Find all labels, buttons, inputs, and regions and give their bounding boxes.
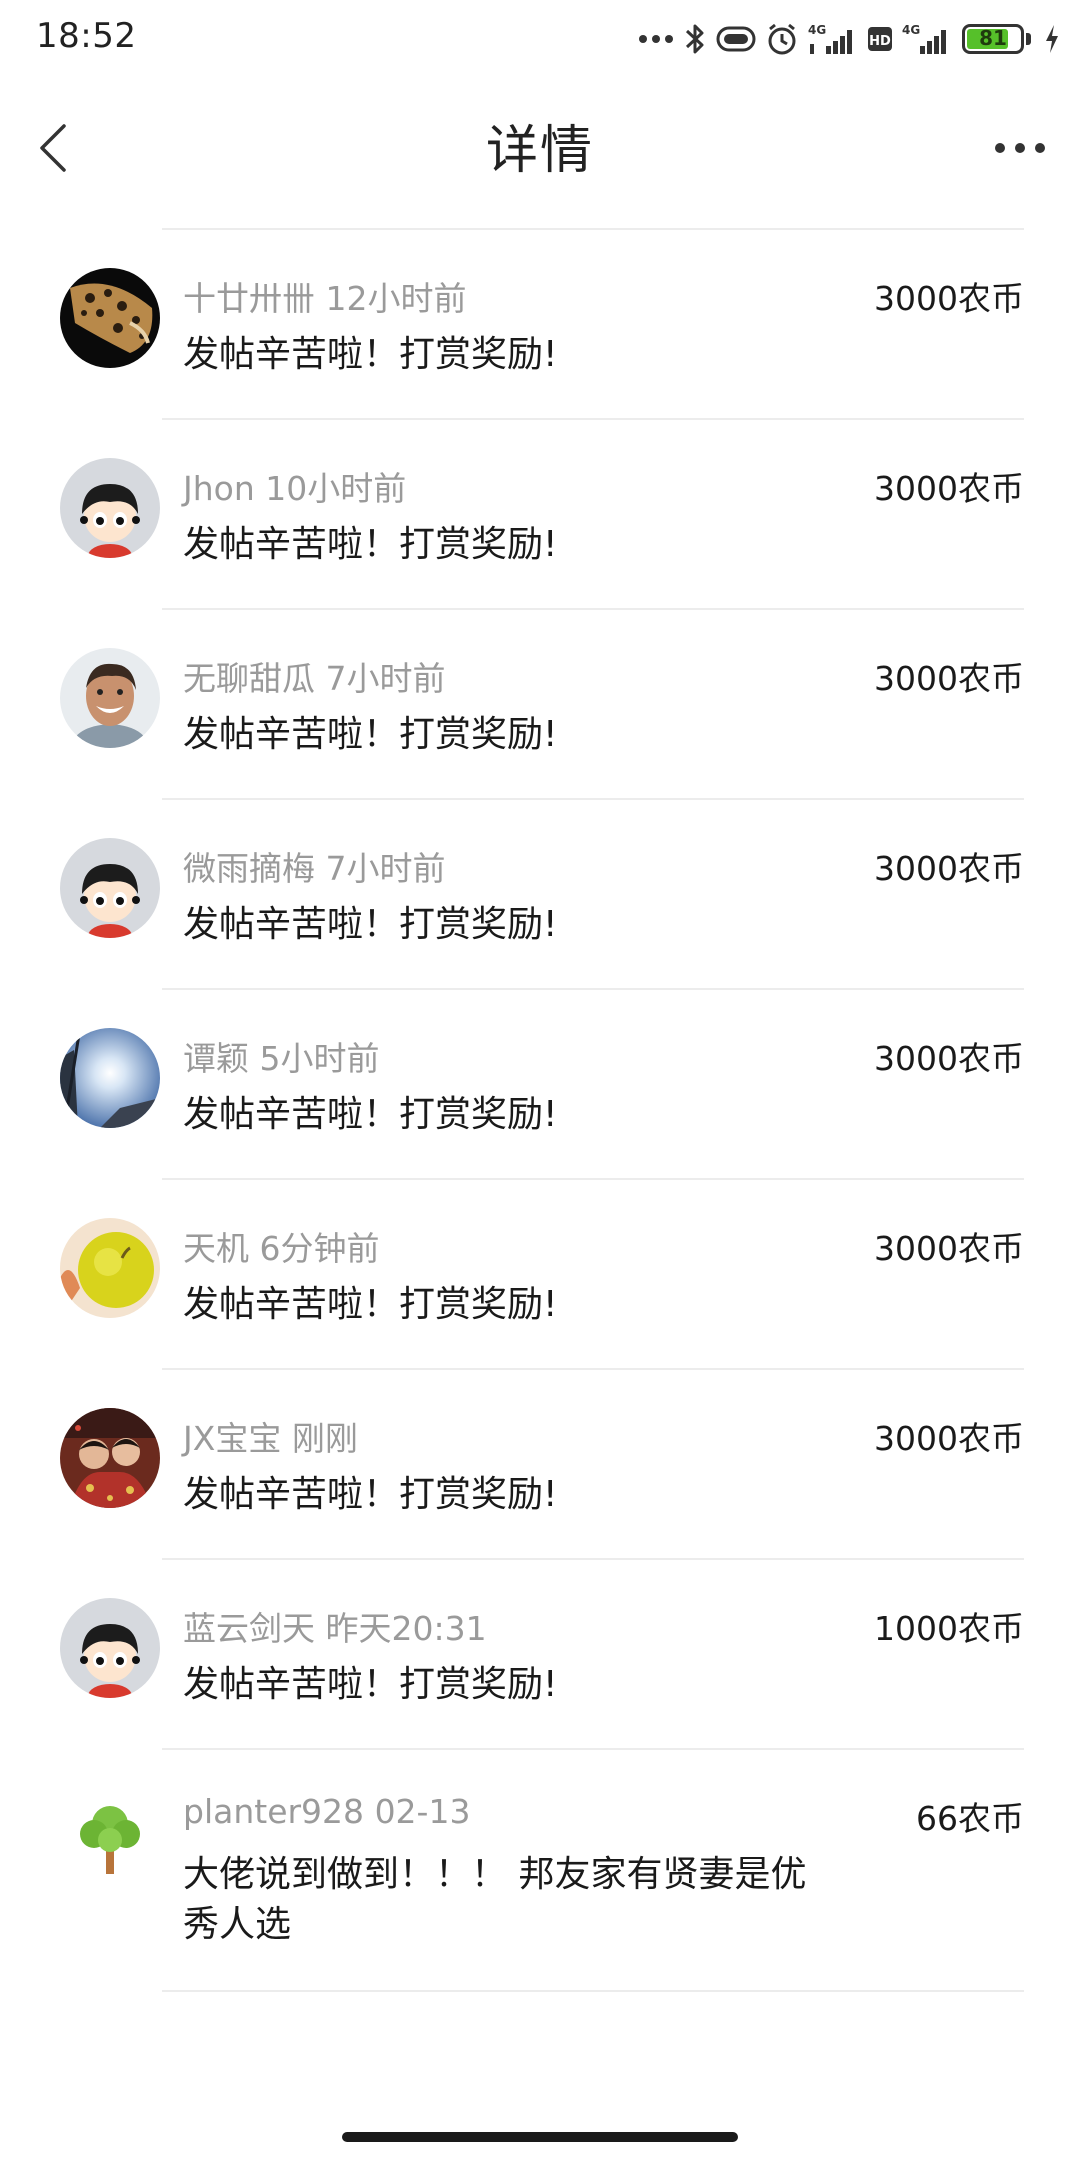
reward-time: 7小时前 — [325, 849, 446, 888]
list-item[interactable]: 天机 6分钟前 3000农币 发帖辛苦啦！打赏奖励! — [0, 1180, 1080, 1368]
reward-amount: 66农币 — [916, 1799, 1024, 1838]
home-indicator[interactable] — [342, 2132, 738, 2142]
network-label-2: 4G — [902, 23, 920, 37]
reward-time: 12小时前 — [325, 279, 467, 318]
avatar-cartoon-default[interactable] — [60, 838, 160, 938]
hd-icon: HD — [868, 26, 892, 52]
reward-message: 大佬说到做到！！！ 邦友家有贤妻是优秀人选 — [183, 1854, 807, 1945]
reward-meta: 天机 6分钟前 — [183, 1222, 380, 1270]
more-horizontal-icon — [995, 143, 1045, 153]
reward-message: 发帖辛苦啦！打赏奖励! — [183, 1474, 558, 1515]
reward-amount: 3000农币 — [874, 469, 1024, 508]
user-name[interactable]: planter928 — [183, 1792, 364, 1831]
list-item[interactable]: 谭颖 5小时前 3000农币 发帖辛苦啦！打赏奖励! — [0, 990, 1080, 1178]
avatar-children-photo[interactable] — [60, 1408, 160, 1508]
reward-meta: 十廿卅卌 12小时前 — [183, 272, 467, 320]
battery-cap — [1026, 33, 1031, 45]
reward-list: 十廿卅卌 12小时前 3000农币 发帖辛苦啦！打赏奖励! Jhon 10小时前… — [0, 228, 1080, 1992]
user-name[interactable]: 谭颖 — [183, 1039, 249, 1078]
list-item[interactable]: 蓝云剑天 昨天20:31 1000农币 发帖辛苦啦！打赏奖励! — [0, 1560, 1080, 1748]
alarm-icon — [766, 22, 798, 56]
list-item[interactable]: 十廿卅卌 12小时前 3000农币 发帖辛苦啦！打赏奖励! — [0, 230, 1080, 418]
bluetooth-icon — [684, 22, 706, 56]
reward-meta: 谭颖 5小时前 — [183, 1032, 380, 1080]
list-item[interactable]: planter928 02-13 66农币 大佬说到做到！！！ 邦友家有贤妻是优… — [0, 1750, 1080, 1990]
avatar-yellow-fruit[interactable] — [60, 1218, 160, 1318]
reward-time: 刚刚 — [291, 1419, 358, 1458]
reward-message: 发帖辛苦啦！打赏奖励! — [183, 524, 558, 565]
avatar-tree[interactable] — [60, 1788, 160, 1888]
reward-message: 发帖辛苦啦！打赏奖励! — [183, 1284, 558, 1325]
list-item[interactable]: 无聊甜瓜 7小时前 3000农币 发帖辛苦啦！打赏奖励! — [0, 610, 1080, 798]
list-item[interactable]: Jhon 10小时前 3000农币 发帖辛苦啦！打赏奖励! — [0, 420, 1080, 608]
reward-amount: 3000农币 — [874, 1229, 1024, 1268]
reward-time: 10小时前 — [265, 469, 407, 508]
reward-time: 02-13 — [374, 1792, 471, 1831]
reward-time: 7小时前 — [325, 659, 446, 698]
user-name[interactable]: JX宝宝 — [183, 1419, 281, 1458]
more-options-button[interactable] — [980, 118, 1060, 178]
avatar-leopard[interactable] — [60, 268, 160, 368]
reward-time: 昨天20:31 — [325, 1609, 487, 1648]
reward-message: 发帖辛苦啦！打赏奖励! — [183, 334, 558, 375]
reward-amount: 3000农币 — [874, 279, 1024, 318]
reward-meta: 蓝云剑天 昨天20:31 — [183, 1602, 487, 1650]
user-name[interactable]: Jhon — [183, 469, 255, 508]
reward-message: 发帖辛苦啦！打赏奖励! — [183, 714, 558, 755]
avatar-sky-sun[interactable] — [60, 1028, 160, 1128]
page-title: 详情 — [485, 121, 594, 181]
network-label-1: 4G — [808, 23, 826, 37]
reward-amount: 3000农币 — [874, 1039, 1024, 1078]
signal-icon-1: 4G — [808, 22, 858, 56]
reward-amount: 3000农币 — [874, 1419, 1024, 1458]
battery-body: 81 — [962, 24, 1024, 54]
user-name[interactable]: 无聊甜瓜 — [183, 659, 315, 698]
reward-amount: 3000农币 — [874, 659, 1024, 698]
reward-message: 发帖辛苦啦！打赏奖励! — [183, 904, 558, 945]
reward-meta: 微雨摘梅 7小时前 — [183, 842, 446, 890]
status-time: 18:52 — [36, 16, 137, 56]
list-item[interactable]: 微雨摘梅 7小时前 3000农币 发帖辛苦啦！打赏奖励! — [0, 800, 1080, 988]
vibrate-icon — [716, 24, 756, 54]
battery-icon: 81 — [962, 22, 1034, 56]
charging-icon — [1044, 24, 1060, 54]
user-name[interactable]: 微雨摘梅 — [183, 849, 315, 888]
user-name[interactable]: 蓝云剑天 — [183, 1609, 315, 1648]
user-name[interactable]: 十廿卅卌 — [183, 279, 315, 318]
divider — [162, 1990, 1024, 1992]
hd-label: HD — [869, 34, 891, 49]
reward-message: 发帖辛苦啦！打赏奖励! — [183, 1094, 558, 1135]
battery-percent: 81 — [979, 26, 1007, 50]
more-notifications-icon — [638, 33, 674, 45]
nav-bar: 详情 — [0, 78, 1080, 228]
avatar-smiling-man[interactable] — [60, 648, 160, 748]
reward-meta: planter928 02-13 — [183, 1792, 470, 1831]
reward-time: 6分钟前 — [259, 1229, 380, 1268]
avatar-cartoon-default[interactable] — [60, 458, 160, 558]
user-name[interactable]: 天机 — [183, 1229, 249, 1268]
status-icons: 4G HD 4G 81 — [638, 14, 1060, 64]
reward-message: 发帖辛苦啦！打赏奖励! — [183, 1664, 558, 1705]
reward-time: 5小时前 — [259, 1039, 380, 1078]
reward-amount: 3000农币 — [874, 849, 1024, 888]
reward-meta: JX宝宝 刚刚 — [183, 1412, 358, 1460]
reward-amount: 1000农币 — [874, 1609, 1024, 1648]
reward-meta: Jhon 10小时前 — [183, 462, 406, 510]
reward-meta: 无聊甜瓜 7小时前 — [183, 652, 446, 700]
avatar-cartoon-default[interactable] — [60, 1598, 160, 1698]
signal-icon-2: 4G — [902, 22, 952, 56]
list-item[interactable]: JX宝宝 刚刚 3000农币 发帖辛苦啦！打赏奖励! — [0, 1370, 1080, 1558]
status-bar: 18:52 4G HD 4G 81 — [0, 0, 1080, 78]
